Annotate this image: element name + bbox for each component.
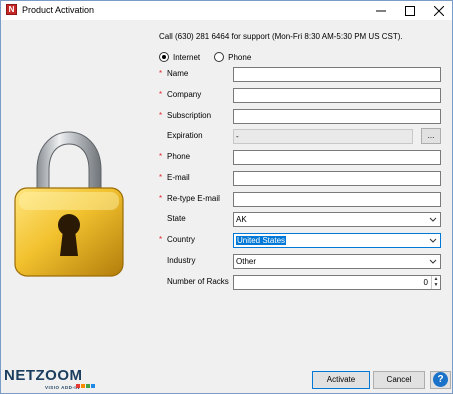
number-of-racks-input[interactable]: 0 ▲ ▼ [233, 275, 441, 290]
activate-button[interactable]: Activate [312, 371, 370, 389]
email-input[interactable] [233, 171, 441, 186]
name-label: Name [167, 69, 189, 78]
chevron-down-icon [429, 217, 437, 222]
window-title: Product Activation [22, 5, 95, 15]
number-of-racks-value: 0 [423, 278, 428, 287]
expiration-input: - [233, 129, 413, 144]
country-label: Country [167, 235, 196, 244]
support-info-text: Call (630) 281 6464 for support (Mon-Fri… [159, 32, 403, 41]
company-input[interactable] [233, 88, 441, 103]
chevron-down-icon [429, 238, 437, 243]
netzoom-logo-subtext: VISIO ADD-IN [45, 385, 80, 390]
phone-input[interactable] [233, 150, 441, 165]
phone-label: Phone [167, 152, 191, 161]
form-row-industry: Industry Other [159, 254, 442, 269]
radio-phone[interactable] [214, 52, 225, 62]
close-button[interactable] [425, 1, 452, 20]
radio-internet[interactable] [159, 52, 169, 62]
required-marker: * [159, 194, 163, 203]
radio-internet-label: Internet [173, 52, 201, 62]
cancel-button[interactable]: Cancel [373, 371, 425, 389]
required-marker: * [159, 173, 163, 182]
state-value: AK [236, 215, 247, 224]
name-input[interactable] [233, 67, 441, 82]
required-marker: * [159, 90, 163, 99]
expiration-browse-button[interactable]: ... [421, 128, 441, 144]
industry-label: Industry [167, 256, 196, 265]
padlock-icon [14, 131, 124, 277]
dialog-footer: NETZOOM VISIO ADD-IN Activate Cancel ? [1, 363, 452, 393]
form-row-country: * Country United States [159, 233, 442, 248]
required-marker: * [159, 152, 163, 161]
netzoom-logo: NETZOOM [4, 367, 83, 384]
subscription-label: Subscription [167, 111, 212, 120]
form-row-retype-email: * Re-type E-mail [159, 192, 442, 207]
product-activation-window: N Product Activation Call (630) 281 6464… [0, 0, 453, 394]
form-row-state: State AK [159, 212, 442, 227]
form-row-subscription: * Subscription [159, 109, 442, 124]
form-row-expiration: Expiration - ... [159, 128, 442, 144]
title-bar: N Product Activation [1, 1, 452, 20]
company-label: Company [167, 90, 202, 99]
form-row-company: * Company [159, 88, 442, 103]
state-select[interactable]: AK [233, 212, 441, 227]
email-label: E-mail [167, 173, 190, 182]
industry-select[interactable]: Other [233, 254, 441, 269]
number-of-racks-label: Number of Racks [167, 277, 229, 286]
retype-email-label: Re-type E-mail [167, 194, 220, 203]
chevron-down-icon [429, 259, 437, 264]
radio-phone-label: Phone [228, 52, 252, 62]
maximize-icon [404, 5, 415, 16]
maximize-button[interactable] [396, 1, 423, 20]
minimize-icon [375, 10, 386, 11]
country-select[interactable]: United States [233, 233, 441, 248]
form-row-phone: * Phone [159, 150, 442, 165]
state-label: State [167, 214, 186, 223]
expiration-label: Expiration [167, 131, 203, 140]
dialog-body: Call (630) 281 6464 for support (Mon-Fri… [1, 20, 452, 363]
required-marker: * [159, 235, 163, 244]
close-icon [433, 5, 444, 16]
retype-email-input[interactable] [233, 192, 441, 207]
spin-arrows-icon[interactable]: ▲ ▼ [431, 276, 440, 289]
netzoom-app-icon: N [6, 4, 17, 15]
minimize-button[interactable] [367, 1, 394, 20]
logo-color-dots [76, 384, 95, 388]
required-marker: * [159, 111, 163, 120]
form-row-number-of-racks: Number of Racks 0 ▲ ▼ [159, 275, 442, 290]
subscription-input[interactable] [233, 109, 441, 124]
required-marker: * [159, 69, 163, 78]
form-row-name: * Name [159, 67, 442, 82]
form-row-email: * E-mail [159, 171, 442, 186]
industry-value: Other [236, 257, 257, 266]
help-icon: ? [433, 372, 448, 387]
country-value: United States [236, 236, 287, 245]
connection-method-group: Internet Phone [159, 52, 265, 62]
